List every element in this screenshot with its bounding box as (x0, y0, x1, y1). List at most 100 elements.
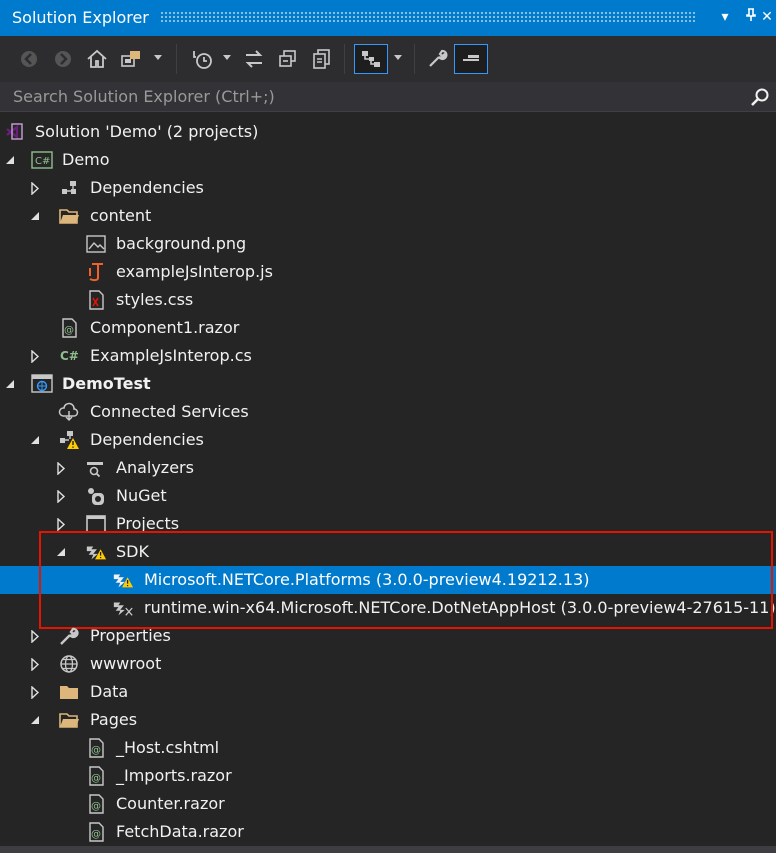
tree-item-analyzers[interactable]: Analyzers (0, 454, 776, 482)
tree-item-label: Dependencies (90, 178, 204, 197)
tree-item-label: exampleJsInterop.js (116, 262, 273, 281)
tree-item-label: Data (90, 682, 129, 701)
tree-item-label: Analyzers (116, 458, 194, 477)
expanded-arrow-icon[interactable] (2, 370, 18, 398)
tree-item-label: Properties (90, 626, 171, 645)
tree-item-background-png[interactable]: background.png (0, 230, 776, 258)
razor-file-icon: @ (85, 738, 107, 758)
js-file-icon (85, 262, 107, 282)
tree-item-dependencies[interactable]: Dependencies (0, 174, 776, 202)
search-bar (0, 82, 776, 112)
properties-icon[interactable] (423, 44, 451, 74)
tree-item-label: content (90, 206, 152, 225)
forward-icon[interactable] (49, 44, 77, 74)
tree-item-label: Connected Services (90, 402, 249, 421)
nuget-icon (85, 486, 107, 506)
tree-item-label: Dependencies (90, 430, 204, 449)
tree-item-connected-services[interactable]: Connected Services (0, 398, 776, 426)
collapse-all-icon[interactable] (274, 44, 302, 74)
expanded-arrow-icon[interactable] (27, 202, 43, 230)
expanded-arrow-icon[interactable] (27, 426, 43, 454)
svg-text:@: @ (91, 801, 101, 812)
tree-item-example-cs[interactable]: C# ExampleJsInterop.cs (0, 342, 776, 370)
collapsed-arrow-icon[interactable] (27, 174, 43, 202)
svg-text:@: @ (91, 745, 101, 756)
window-menu-icon[interactable]: ▾ (716, 8, 734, 26)
horizontal-scrollbar[interactable] (0, 846, 776, 853)
tree-item-label: Counter.razor (116, 794, 225, 813)
svg-text:@: @ (91, 773, 101, 784)
tree-item-host[interactable]: @ _Host.cshtml (0, 734, 776, 762)
tree-item-label: Solution 'Demo' (2 projects) (35, 122, 259, 141)
tree-item-label: DemoTest (62, 374, 151, 393)
razor-file-icon: @ (85, 794, 107, 814)
pending-changes-icon[interactable] (188, 44, 216, 74)
connected-services-icon (58, 402, 80, 422)
back-icon[interactable] (15, 44, 43, 74)
dependencies-warning-icon (58, 430, 80, 450)
title-bar: Solution Explorer ▾ ✕ (0, 0, 776, 36)
tree-item-example-js[interactable]: exampleJsInterop.js (0, 258, 776, 286)
show-all-files-icon[interactable] (308, 44, 336, 74)
tree-item-pages[interactable]: Pages (0, 706, 776, 734)
home-icon[interactable] (83, 44, 111, 74)
search-icon[interactable] (750, 87, 770, 111)
toolbar (0, 36, 776, 82)
tree-item-nuget[interactable]: NuGet (0, 482, 776, 510)
collapsed-arrow-icon[interactable] (27, 622, 43, 650)
collapsed-arrow-icon[interactable] (27, 342, 43, 370)
collapsed-arrow-icon[interactable] (27, 678, 43, 706)
svg-text:C#: C# (35, 156, 50, 167)
tree-item-counter[interactable]: @ Counter.razor (0, 790, 776, 818)
sync-icon[interactable] (240, 44, 268, 74)
tree-item-demo[interactable]: C# Demo (0, 146, 776, 174)
tree-item-demotest[interactable]: DemoTest (0, 370, 776, 398)
tree-item-properties[interactable]: Properties (0, 622, 776, 650)
preview-selected-icon[interactable] (354, 44, 388, 74)
preview-selected-dropdown-icon[interactable] (394, 55, 402, 60)
tree-item-label: _Imports.razor (116, 766, 232, 785)
expanded-arrow-icon[interactable] (27, 706, 43, 734)
tree-item-label: _Host.cshtml (116, 738, 220, 757)
csharp-project-icon: C# (31, 150, 53, 170)
web-project-icon (31, 374, 53, 394)
tree-item-data[interactable]: Data (0, 678, 776, 706)
toolbar-separator (414, 44, 415, 74)
tree-item-label: styles.css (116, 290, 194, 309)
dependencies-icon (58, 178, 80, 198)
globe-icon (58, 654, 80, 674)
tree-item-component1[interactable]: @ Component1.razor (0, 314, 776, 342)
tree-item-imports[interactable]: @ _Imports.razor (0, 762, 776, 790)
switch-views-icon[interactable] (118, 44, 146, 74)
tree-item-content[interactable]: content (0, 202, 776, 230)
tree-item-wwwroot[interactable]: wwwroot (0, 650, 776, 678)
analyzers-icon (85, 458, 107, 478)
collapsed-arrow-icon[interactable] (53, 482, 69, 510)
csharp-file-icon: C# (58, 346, 80, 366)
tree-item-label: FetchData.razor (116, 822, 244, 841)
image-file-icon (85, 234, 107, 254)
toolbar-separator (344, 44, 345, 74)
tree-item-fetchdata[interactable]: @ FetchData.razor (0, 818, 776, 846)
toolbar-separator (176, 44, 177, 74)
css-file-icon (85, 290, 107, 310)
tree-item-dt-dependencies[interactable]: Dependencies (0, 426, 776, 454)
pin-preview-icon[interactable] (454, 44, 488, 74)
svg-text:@: @ (64, 325, 74, 336)
collapsed-arrow-icon[interactable] (27, 650, 43, 678)
tree-item-solution[interactable]: Solution 'Demo' (2 projects) (0, 118, 776, 146)
pending-changes-dropdown-icon[interactable] (223, 55, 231, 60)
search-input[interactable] (0, 82, 753, 110)
tree-item-label: Demo (62, 150, 110, 169)
switch-views-dropdown-icon[interactable] (154, 55, 162, 60)
razor-file-icon: @ (85, 822, 107, 842)
tree-item-label: background.png (116, 234, 247, 253)
highlight-box (39, 531, 773, 629)
close-icon[interactable]: ✕ (758, 8, 776, 26)
tree-item-label: ExampleJsInterop.cs (90, 346, 252, 365)
title-grip[interactable] (160, 11, 696, 23)
tree-item-styles-css[interactable]: styles.css (0, 286, 776, 314)
tree-item-label: wwwroot (90, 654, 162, 673)
expanded-arrow-icon[interactable] (2, 146, 18, 174)
collapsed-arrow-icon[interactable] (53, 454, 69, 482)
